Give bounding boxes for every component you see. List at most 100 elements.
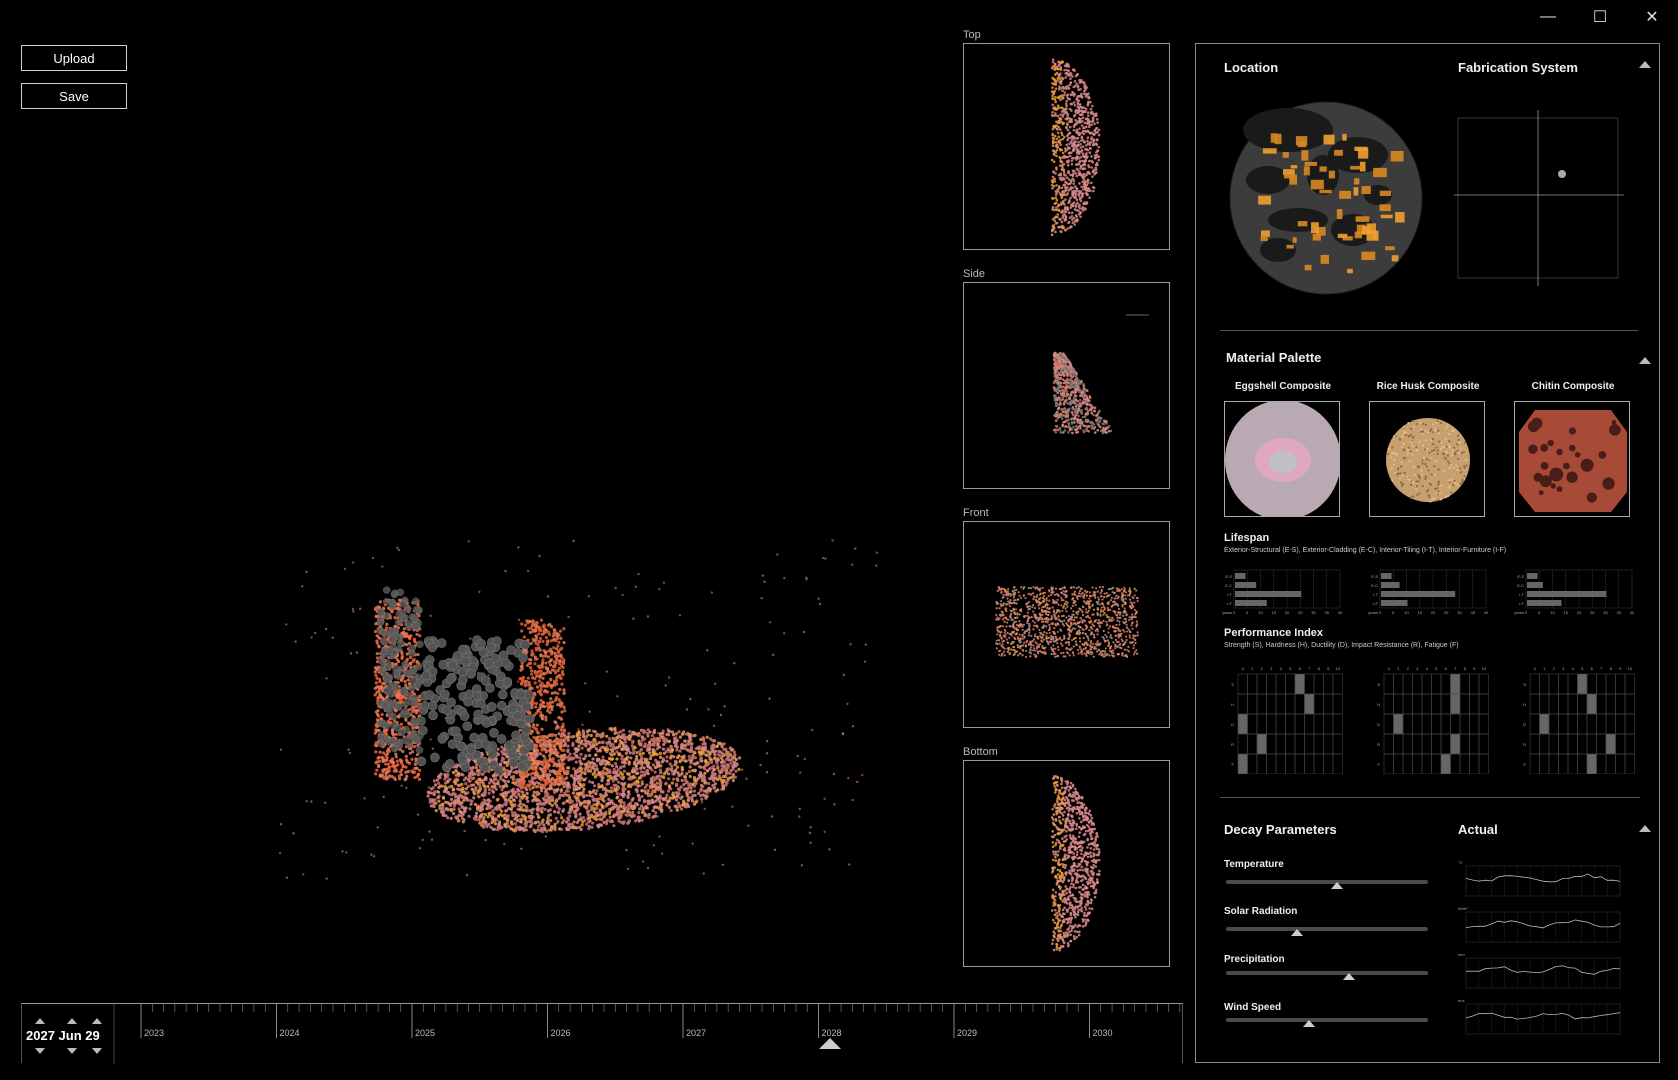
timeline-scrubber-handle[interactable] — [819, 1038, 842, 1049]
performance-tick: 3 — [1416, 666, 1419, 671]
actual-chart: m/s — [1458, 998, 1621, 1035]
performance-row-label: F — [1232, 762, 1235, 767]
minimize-button[interactable]: — — [1530, 6, 1566, 28]
timeline-year-label: 2028 — [822, 1028, 842, 1038]
upload-button[interactable]: Upload — [21, 45, 127, 71]
day-up-icon[interactable] — [92, 1018, 102, 1024]
performance-tick: 1 — [1397, 666, 1400, 671]
globe-region — [1355, 216, 1370, 222]
performance-cell — [1412, 693, 1423, 715]
performance-tick: 4 — [1280, 666, 1283, 671]
performance-cell — [1421, 693, 1432, 715]
maximize-button[interactable]: ☐ — [1582, 6, 1618, 28]
performance-tick: 10 — [1628, 666, 1633, 671]
collapse-location-icon[interactable] — [1639, 61, 1651, 68]
lifespan-tick: 5 — [1392, 610, 1395, 615]
performance-tick: 10 — [1336, 666, 1341, 671]
actual-unit-label: °C — [1458, 860, 1463, 865]
side-view[interactable] — [963, 282, 1170, 489]
lifespan-tick: 25 — [1590, 610, 1595, 615]
solar-radiation-slider[interactable] — [1226, 927, 1428, 931]
performance-cell — [1266, 693, 1277, 715]
lifespan-bar — [1527, 591, 1607, 597]
globe-region — [1354, 178, 1360, 185]
save-button[interactable]: Save — [21, 83, 127, 109]
lifespan-tick: 40 — [1338, 610, 1343, 615]
section-divider — [1220, 797, 1640, 798]
performance-cell — [1256, 673, 1267, 695]
view-point-cloud — [1052, 351, 1113, 435]
globe-region — [1282, 152, 1289, 158]
actual-unit-label: mm — [1458, 952, 1465, 957]
fabrication-system-plot[interactable] — [1452, 108, 1624, 288]
globe-region — [1379, 204, 1391, 212]
performance-cell — [1393, 673, 1404, 695]
performance-cell — [1478, 693, 1489, 715]
location-globe[interactable] — [1228, 100, 1424, 296]
year-up-icon[interactable] — [35, 1018, 45, 1024]
wind-speed-slider-handle[interactable] — [1302, 1020, 1315, 1027]
lifespan-tick: 5 — [1246, 610, 1249, 615]
globe-region — [1311, 222, 1319, 234]
performance-chart: 0 1 2 3 4 5 6 7 8 9 10 S H D R F — [1377, 666, 1489, 774]
material-eggshell-swatch[interactable] — [1224, 401, 1340, 517]
performance-tick: 4 — [1426, 666, 1429, 671]
solar-radiation-slider-handle[interactable] — [1290, 929, 1303, 936]
lifespan-row-label: I-F — [1373, 601, 1378, 606]
globe-region — [1337, 233, 1348, 239]
main-3d-viewport[interactable] — [130, 120, 950, 980]
performance-cell — [1548, 753, 1559, 774]
performance-row-label: S — [1523, 682, 1526, 687]
performance-cell — [1605, 713, 1616, 735]
top-view[interactable] — [963, 43, 1170, 250]
timeline[interactable]: 2023 2024 2025 2026 2027 2028 2029 2030 — [21, 1003, 1183, 1064]
performance-row-label: F — [1524, 762, 1527, 767]
performance-cell — [1469, 693, 1480, 715]
timeline-year-label: 2030 — [1093, 1028, 1113, 1038]
performance-cell — [1304, 713, 1315, 735]
precipitation-slider[interactable] — [1226, 971, 1428, 975]
performance-tick: 7 — [1308, 666, 1311, 671]
lifespan-row-label: E-S — [1225, 574, 1232, 579]
performance-tick: 3 — [1562, 666, 1565, 671]
performance-row-label: H — [1523, 702, 1526, 707]
lifespan-tick: 30 — [1457, 610, 1462, 615]
lifespan-row-label: E-C — [1517, 583, 1524, 588]
lifespan-row-label: I-F — [1227, 601, 1232, 606]
material-chitin-swatch[interactable] — [1514, 401, 1630, 517]
collapse-material-icon[interactable] — [1639, 357, 1651, 364]
performance-cell — [1558, 733, 1569, 755]
performance-cell — [1577, 693, 1588, 715]
performance-cell — [1459, 693, 1470, 715]
performance-cell — [1275, 733, 1286, 755]
month-down-icon[interactable] — [67, 1048, 77, 1054]
performance-cell — [1539, 673, 1550, 695]
view-label-side: Side — [963, 268, 986, 280]
performance-cell — [1567, 713, 1578, 735]
year-down-icon[interactable] — [35, 1048, 45, 1054]
wind-speed-slider[interactable] — [1226, 1018, 1428, 1022]
precipitation-slider-handle[interactable] — [1343, 973, 1356, 980]
performance-cell — [1402, 693, 1413, 715]
close-button[interactable]: ✕ — [1634, 6, 1670, 28]
collapse-decay-icon[interactable] — [1639, 825, 1651, 832]
bottom-view[interactable] — [963, 760, 1170, 967]
month-up-icon[interactable] — [67, 1018, 77, 1024]
temperature-slider[interactable] — [1226, 880, 1428, 884]
performance-cell — [1539, 693, 1550, 715]
view-point-cloud — [995, 585, 1139, 659]
front-view[interactable] — [963, 521, 1170, 728]
day-down-icon[interactable] — [92, 1048, 102, 1054]
globe-landmass — [1260, 238, 1296, 262]
temperature-slider-handle[interactable] — [1331, 882, 1344, 889]
performance-cell — [1450, 733, 1461, 755]
performance-row-label: D — [1377, 722, 1380, 727]
performance-cell — [1539, 733, 1550, 755]
performance-cell — [1567, 733, 1578, 755]
performance-cell — [1567, 673, 1578, 695]
section-divider — [1220, 330, 1638, 331]
performance-cell — [1558, 713, 1569, 735]
performance-cell — [1294, 693, 1305, 715]
material-rice-husk-swatch[interactable] — [1369, 401, 1485, 517]
lifespan-bar — [1235, 600, 1267, 606]
